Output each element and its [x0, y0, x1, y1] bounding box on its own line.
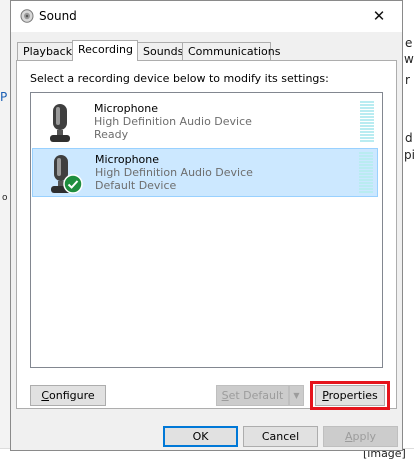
device-name: Microphone — [94, 102, 159, 115]
checkmark-icon — [63, 174, 83, 194]
device-description: High Definition Audio Device — [95, 166, 253, 179]
close-button[interactable]: ✕ — [356, 1, 402, 32]
tab-recording[interactable]: Recording — [72, 40, 138, 61]
recording-panel: Select a recording device below to modif… — [16, 60, 397, 410]
tab-communications[interactable]: Communications — [182, 42, 280, 60]
set-default-button[interactable]: Set Default — [216, 385, 289, 406]
apply-button[interactable]: Apply — [323, 426, 398, 447]
tab-playback[interactable]: Playback — [17, 42, 73, 60]
background-text: r — [405, 73, 410, 87]
background-text: e — [405, 36, 413, 50]
cancel-button[interactable]: Cancel — [243, 426, 318, 447]
close-icon: ✕ — [372, 7, 386, 25]
background-text: d — [405, 131, 413, 145]
tab-sounds[interactable]: Sounds — [137, 42, 183, 60]
set-default-dropdown[interactable]: ▼ — [289, 385, 304, 406]
configure-button[interactable]: Configure — [30, 385, 106, 406]
list-item[interactable]: Microphone High Definition Audio Device … — [32, 148, 378, 197]
background-text: wi — [404, 52, 414, 66]
device-status: Default Device — [95, 179, 177, 192]
background-text: o — [2, 193, 8, 203]
microphone-icon — [42, 102, 82, 146]
device-description: High Definition Audio Device — [94, 115, 252, 128]
background-text: pi — [404, 148, 414, 162]
device-name: Microphone — [95, 153, 160, 166]
list-item[interactable]: Microphone High Definition Audio Device … — [32, 98, 378, 147]
level-meter — [359, 152, 373, 194]
background-text: P — [0, 90, 8, 104]
device-list[interactable]: Microphone High Definition Audio Device … — [30, 92, 383, 368]
background-window-right — [402, 0, 414, 462]
level-meter — [360, 101, 374, 143]
instruction-text: Select a recording device below to modif… — [30, 72, 329, 85]
chevron-down-icon: ▼ — [293, 391, 300, 400]
window-title: Sound — [39, 9, 77, 23]
title-bar[interactable]: Sound ✕ — [11, 1, 402, 32]
properties-button[interactable]: Properties — [315, 385, 385, 406]
speaker-icon — [20, 9, 34, 23]
sound-dialog: Sound ✕ Playback Recording Sounds Commun… — [10, 0, 403, 451]
ok-button[interactable]: OK — [163, 426, 238, 447]
device-status: Ready — [94, 128, 129, 141]
